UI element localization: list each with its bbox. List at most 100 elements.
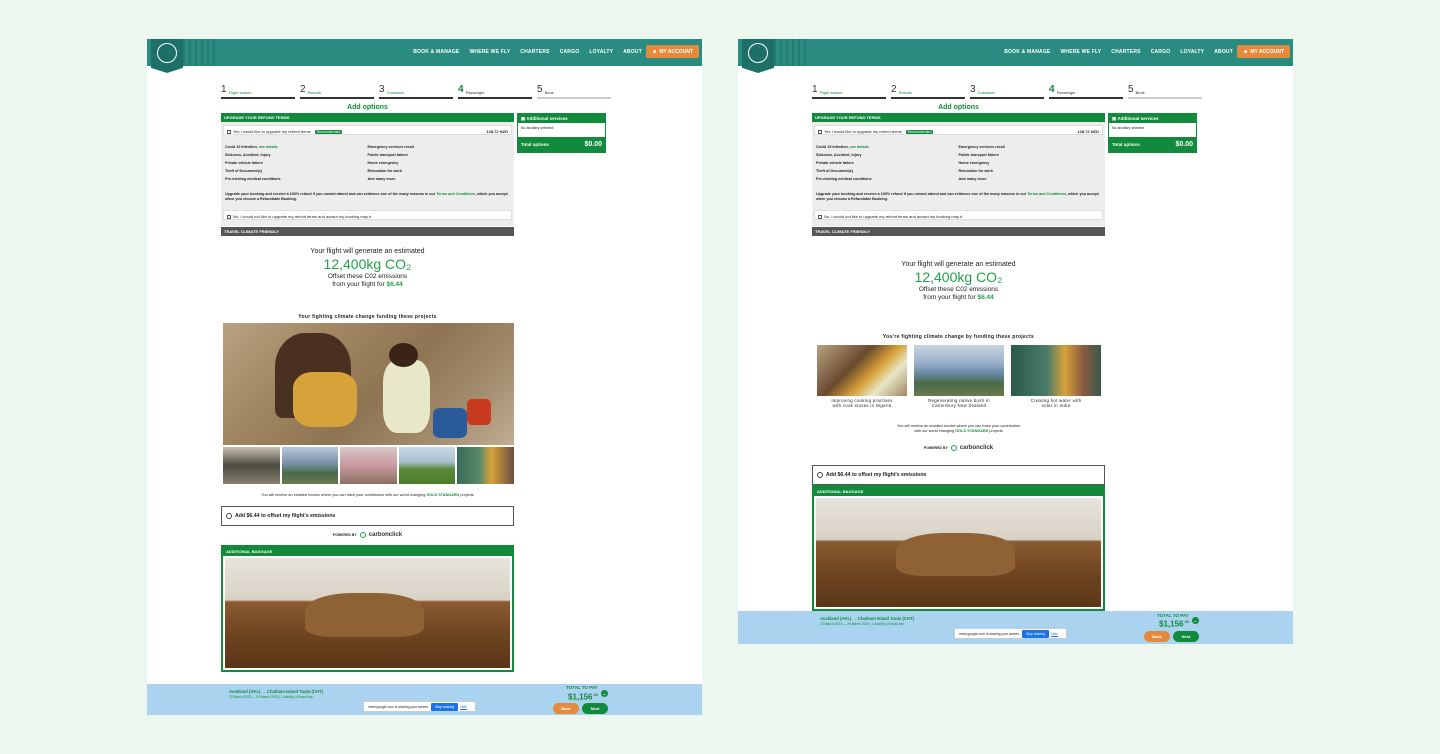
see-details-link[interactable]: see details (850, 145, 869, 149)
bag-icon: ▣ (521, 116, 526, 121)
project-card-cookstoves[interactable]: Improving cooking practises with cook sto… (817, 345, 907, 408)
booking-footer: Auckland (AKL) → Chatham Island Tuuta (C… (738, 611, 1293, 644)
refund-yes-option[interactable]: Yes I would like to upgrade my refund te… (223, 125, 512, 135)
baggage-section: ADDITIONAL BAGGAGE (221, 545, 514, 672)
step-book[interactable]: 5 Book (537, 82, 611, 99)
nav-where-we-fly[interactable]: WHERE WE FLY (1060, 49, 1101, 55)
see-details-link[interactable]: see details (259, 145, 278, 149)
co2-estimate: Your flight will generate an estimated 1… (221, 248, 514, 289)
step-flight-search[interactable]: 1 Flight search (221, 82, 295, 99)
climate-header: TRAVEL CLIMATE FRIENDLY (812, 227, 1105, 236)
project-hero-image (223, 323, 514, 445)
booking-steps: 1 Flight search 2 Results 3 Customer 4 Passe… (812, 82, 1202, 99)
next-button[interactable]: Next (1173, 631, 1199, 642)
refund-upgrade-text: Upgrade your booking and receive a 100% … (816, 192, 1099, 201)
refund-no-option[interactable]: No, I would not like to upgrade my refun… (814, 210, 1103, 220)
terms-link[interactable]: Terms and Conditions (436, 192, 475, 196)
back-button[interactable]: Back (1144, 631, 1170, 642)
step-book[interactable]: 5 Book (1128, 82, 1202, 99)
offset-option[interactable]: Add $6.44 to offset my flight's emission… (221, 506, 514, 526)
step-passenger[interactable]: 4 Passenger (1049, 82, 1123, 99)
invoice-note: You will receive an emailed invoice wher… (261, 493, 474, 497)
my-account-button[interactable]: ☻ MY ACCOUNT (1237, 45, 1290, 58)
services-empty: No ancillary selected (1112, 126, 1145, 130)
airline-logo[interactable] (742, 39, 774, 73)
refund-header: UPGRADE YOUR REFUND TERMS (221, 113, 514, 122)
nav-where-we-fly[interactable]: WHERE WE FLY (469, 49, 510, 55)
baggage-image (225, 558, 510, 668)
co2-amount: 12,400kg CO₂ (323, 256, 412, 272)
refund-upgrade-text: Upgrade your booking and receive a 100% … (225, 192, 508, 201)
hide-button[interactable]: Hide (460, 705, 467, 709)
next-button[interactable]: Next (582, 703, 608, 714)
booking-footer: Auckland (AKL) → Chatham Island Tuuta (C… (147, 684, 702, 715)
refund-no-checkbox[interactable] (818, 214, 822, 219)
baggage-image (816, 498, 1101, 607)
refund-header: UPGRADE YOUR REFUND TERMS (812, 113, 1105, 122)
total-label: TOTAL TO PAY (1157, 613, 1189, 618)
step-results[interactable]: 2 Results (300, 82, 374, 99)
baggage-header: ADDITIONAL BAGGAGE (814, 487, 1103, 496)
page-title: Add options (347, 104, 388, 111)
step-results[interactable]: 2 Results (891, 82, 965, 99)
refund-yes-checkbox[interactable] (818, 129, 822, 134)
nav-book-manage[interactable]: BOOK & MANAGE (413, 49, 459, 55)
my-account-button[interactable]: ☻ MY ACCOUNT (646, 45, 699, 58)
refund-yes-checkbox[interactable] (227, 129, 231, 134)
refund-no-checkbox[interactable] (227, 214, 231, 219)
additional-services-panel: ▣ Additional services No ancillary selec… (1108, 113, 1197, 153)
chevron-down-icon[interactable]: ⌄ (601, 690, 608, 697)
step-customer[interactable]: 3 Customer (379, 82, 453, 99)
nav-book-manage[interactable]: BOOK & MANAGE (1004, 49, 1050, 55)
nav-loyalty[interactable]: LOYALTY (1180, 49, 1204, 55)
nav-about[interactable]: ABOUT (1214, 49, 1233, 55)
total-value: $1,156.00 (1159, 619, 1190, 629)
project-cards: Improving cooking practises with cook sto… (817, 345, 1101, 408)
project-image (914, 345, 1004, 396)
nav-loyalty[interactable]: LOYALTY (589, 49, 613, 55)
nav-charters[interactable]: CHARTERS (520, 49, 549, 55)
carbonclick-logo-icon (359, 532, 366, 538)
site-header: BOOK & MANAGE WHERE WE FLY CHARTERS CARG… (738, 39, 1293, 73)
stop-sharing-button[interactable]: Stop sharing (431, 702, 459, 711)
terms-link[interactable]: Terms and Conditions (1027, 192, 1066, 196)
stop-sharing-button[interactable]: Stop sharing (1022, 629, 1050, 638)
thumb-solar[interactable] (457, 447, 514, 484)
thumb-bush[interactable] (398, 447, 456, 484)
project-image (817, 345, 907, 396)
nav-cargo[interactable]: CARGO (1151, 49, 1171, 55)
project-thumbnails (223, 447, 514, 484)
nav-charters[interactable]: CHARTERS (1111, 49, 1140, 55)
step-flight-search[interactable]: 1 Flight search (812, 82, 886, 99)
user-icon: ☻ (1243, 48, 1249, 55)
step-customer[interactable]: 3 Customer (970, 82, 1044, 99)
refund-reasons: Covid 19 infection, see details Emergenc… (225, 145, 414, 181)
refund-reasons: Covid 19 infection, see details Emergenc… (816, 145, 1005, 181)
co2-estimate: Your flight will generate an estimated 1… (812, 261, 1105, 302)
services-empty: No ancillary selected (521, 126, 554, 130)
refund-yes-option[interactable]: Yes I would like to upgrade my refund te… (814, 125, 1103, 135)
screen-share-bar: meet.google.com is sharing your screen. S… (954, 628, 1067, 639)
offset-radio[interactable] (817, 472, 823, 478)
screen-after: BOOK & MANAGE WHERE WE FLY CHARTERS CARG… (738, 39, 1293, 644)
powered-by: POWERED BY carbonclick (923, 445, 994, 451)
screen-before: BOOK & MANAGE WHERE WE FLY CHARTERS CARG… (147, 39, 702, 715)
offset-radio[interactable] (226, 513, 232, 519)
project-card-native-bush[interactable]: Regenerating native bush in Canterbury Ne… (914, 345, 1004, 408)
thumb-landscape[interactable] (281, 447, 339, 484)
project-card-solar[interactable]: Creating hot water with solar in India (1011, 345, 1101, 408)
nav-cargo[interactable]: CARGO (560, 49, 580, 55)
offset-option[interactable]: Add $6.44 to offset my flight's emission… (812, 465, 1105, 485)
refund-section: UPGRADE YOUR REFUND TERMS Yes I would li… (812, 113, 1105, 226)
thumb-stoves[interactable] (223, 447, 280, 484)
thumb-cooking[interactable] (340, 447, 397, 484)
back-button[interactable]: Back (553, 703, 579, 714)
route: Auckland (AKL) → Chatham Island Tuuta (C… (820, 616, 914, 621)
nav-about[interactable]: ABOUT (623, 49, 642, 55)
chevron-down-icon[interactable]: ⌄ (1192, 617, 1199, 624)
refund-no-option[interactable]: No, I would not like to upgrade my refun… (223, 210, 512, 220)
airline-logo[interactable] (151, 39, 183, 73)
hide-button[interactable]: Hide (1051, 632, 1058, 636)
step-passenger[interactable]: 4 Passenger (458, 82, 532, 99)
header-decoration (774, 39, 808, 66)
